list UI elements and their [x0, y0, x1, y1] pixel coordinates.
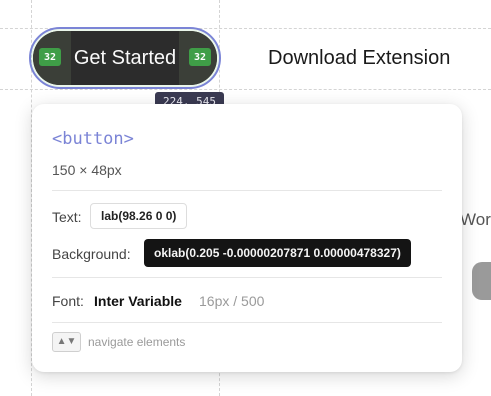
get-started-button[interactable]: 32 Get Started 32	[33, 31, 217, 85]
divider	[52, 277, 442, 278]
background-color-value: oklab(0.205 -0.00000207871 0.00000478327…	[144, 239, 411, 267]
background-text: Work	[460, 210, 491, 229]
guide-line-horizontal	[0, 89, 491, 90]
font-size-weight: 16px / 500	[199, 293, 265, 309]
font-label: Font:	[52, 293, 84, 309]
get-started-label: Get Started	[73, 46, 177, 69]
background-icon	[472, 262, 491, 300]
navigate-arrows-icon[interactable]: ▲▼	[52, 332, 81, 352]
padding-size-badge: 32	[189, 48, 211, 66]
inspector-card: <button> 150 × 48px Text: lab(98.26 0 0)…	[32, 104, 462, 372]
element-tag: <button>	[52, 129, 134, 149]
padding-size-badge: 32	[39, 48, 61, 66]
divider	[52, 322, 442, 323]
font-family-value: Inter Variable	[94, 293, 182, 309]
download-extension-link[interactable]: Download Extension	[268, 47, 450, 70]
text-color-label: Text:	[52, 209, 82, 225]
element-dimensions: 150 × 48px	[52, 162, 122, 178]
navigate-hint: navigate elements	[88, 335, 186, 349]
divider	[52, 190, 442, 191]
background-color-label: Background:	[52, 246, 131, 262]
text-color-value: lab(98.26 0 0)	[90, 203, 188, 229]
